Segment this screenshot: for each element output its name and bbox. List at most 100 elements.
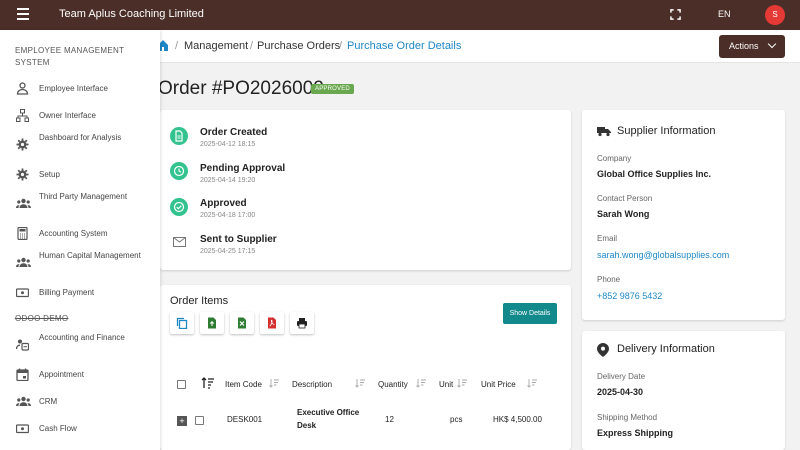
company-label: Company xyxy=(597,154,632,163)
sidebar-item-crm[interactable]: CRM xyxy=(0,394,160,410)
sidebar-item-label: Human Capital Management xyxy=(39,251,141,260)
sidebar-item-label: Third Party Management xyxy=(39,192,128,201)
sidebar-item-label: Accounting System xyxy=(39,229,108,238)
sidebar-item-label: Employee Interface xyxy=(39,84,108,93)
sidebar-item-label: Billing Payment xyxy=(39,288,95,297)
gear-icon xyxy=(16,138,29,151)
sidebar-item-cash-flow[interactable]: Cash Flow xyxy=(0,421,160,437)
sidebar-item-accounting-finance[interactable]: Accounting and Finance xyxy=(0,332,160,358)
breadcrumb-current: Purchase Order Details xyxy=(347,40,462,52)
truck-icon xyxy=(597,127,611,137)
delivery-card: Delivery Information Delivery Date 2025-… xyxy=(582,331,785,450)
actions-button[interactable]: Actions xyxy=(719,35,785,58)
chevron-down-icon xyxy=(767,39,777,49)
delivery-heading: Delivery Information xyxy=(617,343,715,355)
timeline-time: 2025-04-14 19:20 xyxy=(200,177,256,184)
mail-icon xyxy=(173,237,186,247)
order-items-card: Order Items Show Details Item Code Descr… xyxy=(160,285,571,450)
sort-icon[interactable] xyxy=(201,377,215,389)
contact-value: Sarah Wong xyxy=(597,209,650,219)
person-icon xyxy=(16,82,29,95)
timeline-time: 2025-04-25 17:15 xyxy=(200,248,256,255)
sidebar-item-label: CRM xyxy=(39,397,58,406)
timeline-title: Approved xyxy=(200,198,247,209)
sidebar-item-accounting-system[interactable]: Accounting System xyxy=(0,226,160,242)
column-header-quantity[interactable]: Quantity xyxy=(378,380,408,389)
cell-description: Executive Office xyxy=(297,408,360,417)
sidebar-item-third-party[interactable]: Third Party Management xyxy=(0,191,160,217)
csv-icon xyxy=(208,317,216,329)
cell-unit-price: HK$ 4,500.00 xyxy=(493,415,542,424)
avatar[interactable]: S xyxy=(765,5,785,25)
calculator-icon xyxy=(17,227,28,240)
sidebar-item-label: Cash Flow xyxy=(39,424,77,433)
column-header-unit[interactable]: Unit xyxy=(439,380,453,389)
sidebar-item-label: Setup xyxy=(39,170,60,179)
timeline-title: Pending Approval xyxy=(200,163,286,174)
fullscreen-icon[interactable] xyxy=(670,9,681,20)
print-icon xyxy=(297,318,307,329)
breadcrumb-separator: / xyxy=(339,40,343,52)
sidebar-item-billing-payment[interactable]: Billing Payment xyxy=(0,285,160,301)
pdf-icon xyxy=(268,317,276,329)
calendar-icon xyxy=(16,368,29,381)
sidebar-item-appointment[interactable]: Appointment xyxy=(0,367,160,383)
email-link[interactable]: sarah.wong@globalsupplies.com xyxy=(597,250,729,260)
menu-icon[interactable] xyxy=(17,8,29,20)
delivery-date-value: 2025-04-30 xyxy=(597,387,644,397)
company-value: Global Office Supplies Inc. xyxy=(597,169,712,179)
group-icon xyxy=(16,257,31,267)
clock-icon xyxy=(170,162,188,180)
export-pdf-button[interactable] xyxy=(260,312,284,334)
shipping-method-label: Shipping Method xyxy=(597,413,658,422)
group-icon xyxy=(16,396,31,406)
sidebar-item-label: Owner Interface xyxy=(39,111,96,120)
gear-icon xyxy=(16,168,29,181)
column-header-unit-price[interactable]: Unit Price xyxy=(481,380,516,389)
breadcrumb-management[interactable]: Management xyxy=(184,40,248,52)
sidebar: EMPLOYEE MANAGEMENT SYSTEM Employee Inte… xyxy=(0,30,160,450)
app-title: Team Aplus Coaching Limited xyxy=(59,8,204,20)
timeline-title: Sent to Supplier xyxy=(200,234,277,245)
sort-icon[interactable] xyxy=(355,378,365,388)
phone-link[interactable]: +852 9876 5432 xyxy=(597,291,662,301)
sort-icon[interactable] xyxy=(416,378,426,388)
sort-icon[interactable] xyxy=(457,378,467,388)
expand-row-button[interactable]: + xyxy=(177,416,187,426)
breadcrumb-separator: / xyxy=(250,40,254,52)
row-checkbox[interactable] xyxy=(195,416,204,425)
show-details-button[interactable]: Show Details xyxy=(503,303,557,324)
group-icon xyxy=(16,198,31,208)
cell-description: Desk xyxy=(297,421,317,430)
sidebar-item-human-capital[interactable]: Human Capital Management xyxy=(0,250,160,276)
language-selector[interactable]: EN xyxy=(718,9,731,19)
sidebar-section-heading: EMPLOYEE MANAGEMENT SYSTEM xyxy=(15,46,125,67)
shipping-method-value: Express Shipping xyxy=(597,428,674,438)
timeline-time: 2025-04-18 17:00 xyxy=(200,212,256,219)
finance-icon xyxy=(16,339,29,351)
document-icon xyxy=(170,127,188,145)
sidebar-item-dashboard[interactable]: Dashboard for Analysis xyxy=(0,132,160,158)
breadcrumb-separator: / xyxy=(175,40,179,52)
sidebar-item-setup[interactable]: Setup xyxy=(0,167,160,183)
excel-icon xyxy=(238,317,246,329)
delivery-date-label: Delivery Date xyxy=(597,372,646,381)
print-button[interactable] xyxy=(290,312,314,334)
sidebar-item-employee-interface[interactable]: Employee Interface xyxy=(0,81,160,97)
export-excel-button[interactable] xyxy=(230,312,254,334)
actions-label: Actions xyxy=(729,41,759,51)
breadcrumb-purchase-orders[interactable]: Purchase Orders xyxy=(257,40,340,52)
column-header-description[interactable]: Description xyxy=(292,380,332,389)
sidebar-item-owner-interface[interactable]: Owner Interface xyxy=(0,108,160,124)
check-circle-icon xyxy=(170,198,188,216)
copy-button[interactable] xyxy=(170,312,194,334)
export-csv-button[interactable] xyxy=(200,312,224,334)
select-all-checkbox[interactable] xyxy=(177,380,186,389)
column-header-item-code[interactable]: Item Code xyxy=(225,380,262,389)
order-items-title: Order Items xyxy=(170,295,229,307)
sort-icon[interactable] xyxy=(269,378,279,388)
cell-quantity: 12 xyxy=(385,415,394,424)
page-title: Order #PO2026002 xyxy=(158,78,324,99)
status-badge: APPROVED xyxy=(311,84,354,94)
sort-icon[interactable] xyxy=(527,378,537,388)
